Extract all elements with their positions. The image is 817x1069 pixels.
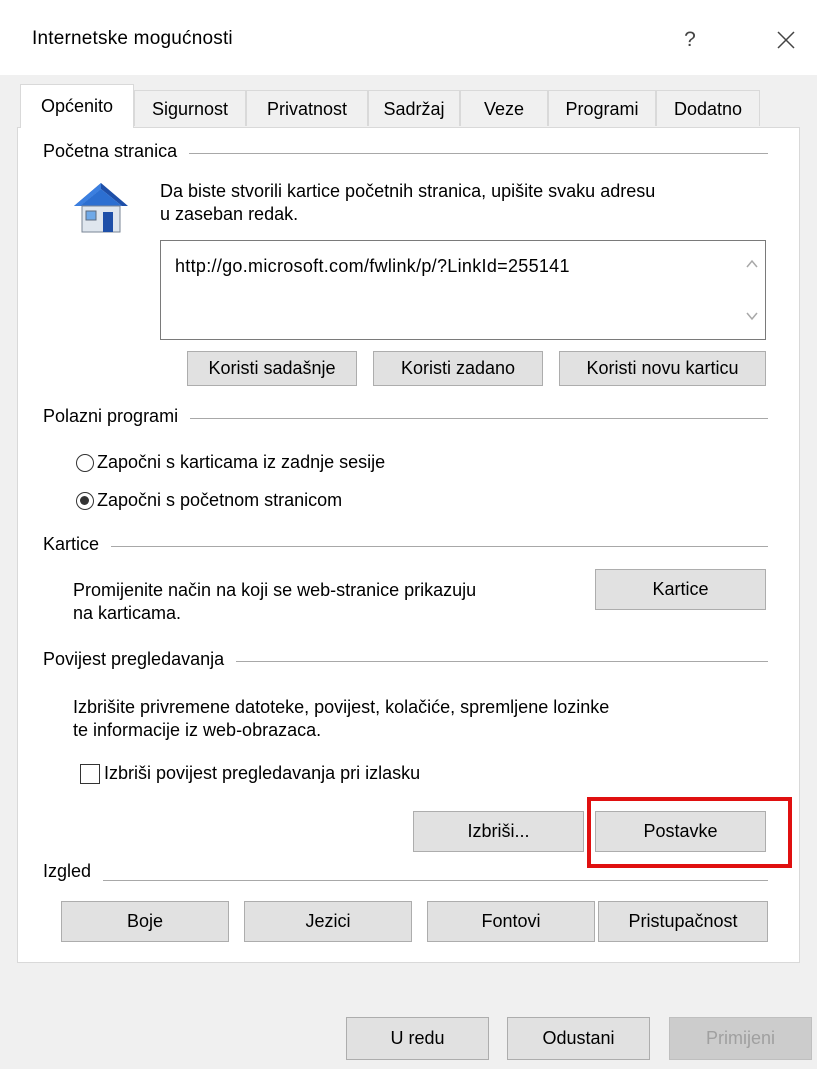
radio-home-page-label[interactable]: Započni s početnom stranicom — [97, 489, 342, 512]
group-label-appearance: Izgled — [43, 861, 104, 882]
home-page-description-line1: Da biste stvorili kartice početnih stran… — [160, 181, 656, 201]
group-label-tabs: Kartice — [43, 534, 112, 555]
delete-history-on-exit-checkbox[interactable] — [80, 764, 100, 784]
use-default-button[interactable]: Koristi zadano — [373, 351, 543, 386]
scroll-up-icon[interactable] — [745, 257, 759, 271]
window-title: Internetske mogućnosti — [32, 28, 233, 49]
radio-last-session-label[interactable]: Započni s karticama iz zadnje sesije — [97, 451, 385, 474]
home-page-description-line2: u zaseban redak. — [160, 204, 299, 224]
tabs-settings-button[interactable]: Kartice — [595, 569, 766, 610]
radio-last-session[interactable] — [76, 454, 94, 472]
group-divider — [54, 880, 768, 881]
group-divider — [54, 546, 768, 547]
tab-content[interactable]: Sadržaj — [368, 90, 460, 126]
apply-button[interactable]: Primijeni — [669, 1017, 812, 1060]
home-page-url-textarea[interactable]: http://go.microsoft.com/fwlink/p/?LinkId… — [160, 240, 766, 340]
cancel-button[interactable]: Odustani — [507, 1017, 650, 1060]
radio-selected-dot — [80, 496, 89, 505]
tab-security[interactable]: Sigurnost — [134, 90, 246, 126]
close-icon — [777, 31, 795, 49]
accessibility-button[interactable]: Pristupačnost — [598, 901, 768, 942]
tab-connections[interactable]: Veze — [460, 90, 548, 126]
group-label-startup: Polazni programi — [43, 406, 191, 427]
tabs-description-line2: na karticama. — [73, 603, 182, 623]
colors-button[interactable]: Boje — [61, 901, 229, 942]
tab-privacy[interactable]: Privatnost — [246, 90, 368, 126]
home-page-url-value: http://go.microsoft.com/fwlink/p/?LinkId… — [175, 256, 570, 276]
group-label-home-page: Početna stranica — [43, 141, 190, 162]
delete-button[interactable]: Izbriši... — [413, 811, 584, 852]
house-icon — [70, 178, 132, 240]
languages-button[interactable]: Jezici — [244, 901, 412, 942]
use-new-tab-button[interactable]: Koristi novu karticu — [559, 351, 766, 386]
group-label-history: Povijest pregledavanja — [43, 649, 237, 670]
help-button[interactable]: ? — [668, 20, 712, 60]
scroll-down-icon[interactable] — [745, 309, 759, 323]
fonts-button[interactable]: Fontovi — [427, 901, 595, 942]
delete-history-on-exit-label[interactable]: Izbriši povijest pregledavanja pri izlas… — [104, 762, 420, 785]
tab-general[interactable]: Općenito — [20, 84, 134, 128]
ok-button[interactable]: U redu — [346, 1017, 489, 1060]
radio-home-page[interactable] — [76, 492, 94, 510]
history-description-line2: te informacije iz web-obrazaca. — [73, 720, 322, 740]
history-description-line1: Izbrišite privremene datoteke, povijest,… — [73, 697, 610, 717]
tabs-description-line1: Promijenite način na koji se web-stranic… — [73, 580, 477, 600]
close-button[interactable] — [764, 20, 808, 60]
highlight-box — [587, 797, 792, 868]
tab-programs[interactable]: Programi — [548, 90, 656, 126]
tab-advanced[interactable]: Dodatno — [656, 90, 760, 126]
use-current-button[interactable]: Koristi sadašnje — [187, 351, 357, 386]
